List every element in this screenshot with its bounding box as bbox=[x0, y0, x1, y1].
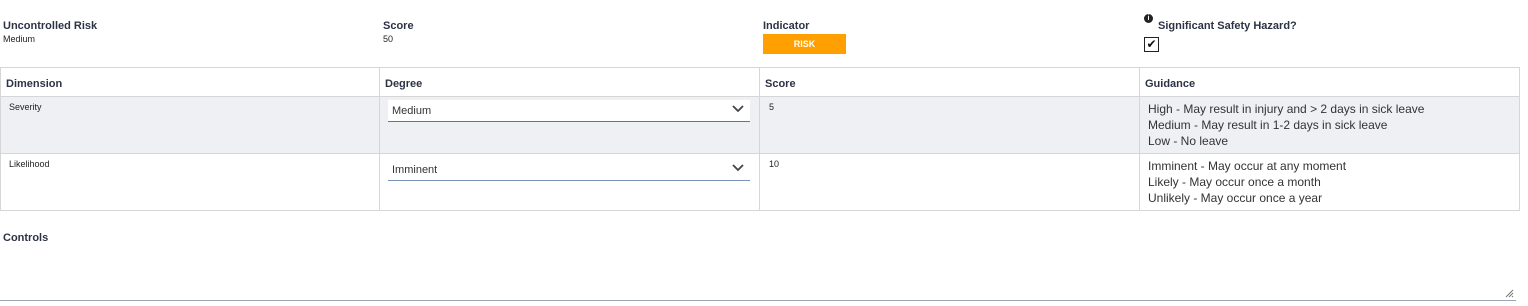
controls-textarea[interactable] bbox=[0, 247, 1516, 301]
table-row: Likelihood Imminent 10 Imminent - May oc… bbox=[0, 153, 1520, 211]
degree-select-value: Medium bbox=[392, 105, 432, 117]
score-value: 50 bbox=[383, 34, 394, 44]
overall-score: Score 50 bbox=[383, 19, 414, 46]
hazard-label: Significant Safety Hazard? bbox=[1158, 20, 1297, 32]
score-label: Score bbox=[383, 20, 414, 32]
column-header-guidance: Guidance bbox=[1139, 67, 1520, 97]
column-header-dimension: Dimension bbox=[0, 67, 380, 97]
degree-select[interactable]: Medium bbox=[388, 100, 750, 122]
controls-label: Controls bbox=[3, 232, 49, 244]
column-header-degree: Degree bbox=[379, 67, 760, 97]
guidance-line: Unlikely - May occur once a year bbox=[1148, 191, 1323, 205]
guidance-line: Likely - May occur once a month bbox=[1148, 175, 1321, 189]
guidance-line: Low - No leave bbox=[1148, 134, 1229, 148]
dimension-score: 5 bbox=[769, 102, 775, 112]
chevron-down-icon bbox=[732, 164, 744, 172]
dimension-name: Severity bbox=[9, 102, 42, 112]
resize-handle-icon[interactable] bbox=[1505, 289, 1514, 298]
uncontrolled-risk-value: Medium bbox=[3, 34, 36, 44]
dimension-score: 10 bbox=[769, 159, 780, 169]
hazard-checkbox[interactable]: ✔ bbox=[1144, 37, 1159, 52]
guidance-line: Imminent - May occur at any moment bbox=[1148, 159, 1347, 173]
guidance-line: High - May result in injury and > 2 days… bbox=[1148, 102, 1425, 116]
uncontrolled-risk: Uncontrolled Risk Medium bbox=[3, 19, 97, 46]
safety-hazard: Significant Safety Hazard? bbox=[1158, 19, 1297, 33]
checkmark-icon: ✔ bbox=[1146, 37, 1157, 51]
table-row: Severity Medium 5 High - May result in i… bbox=[0, 96, 1520, 154]
chevron-down-icon bbox=[732, 105, 744, 113]
risk-summary: Uncontrolled Risk Medium Score 50 Indica… bbox=[0, 0, 1528, 67]
info-icon[interactable]: i bbox=[1144, 14, 1153, 23]
risk-dimension-table: Dimension Degree Score Guidance Severity… bbox=[0, 67, 1520, 211]
indicator-badge: RISK bbox=[763, 34, 846, 54]
guidance-text: High - May result in injury and > 2 days… bbox=[1140, 97, 1519, 149]
uncontrolled-risk-label: Uncontrolled Risk bbox=[3, 20, 98, 32]
degree-select-value: Imminent bbox=[392, 164, 438, 176]
guidance-text: Imminent - May occur at any moment Likel… bbox=[1140, 154, 1519, 206]
column-header-score: Score bbox=[759, 67, 1140, 97]
table-header-row: Dimension Degree Score Guidance bbox=[0, 67, 1520, 97]
degree-select[interactable]: Imminent bbox=[388, 159, 750, 181]
dimension-name: Likelihood bbox=[9, 159, 50, 169]
risk-indicator: Indicator RISK bbox=[763, 19, 846, 54]
guidance-line: Medium - May result in 1-2 days in sick … bbox=[1148, 118, 1388, 132]
indicator-label: Indicator bbox=[763, 20, 810, 32]
